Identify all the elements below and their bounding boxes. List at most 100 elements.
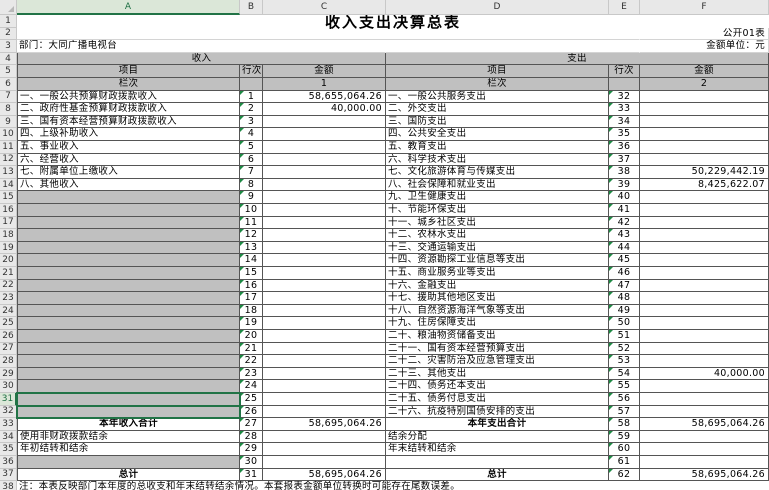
expense-item-cell[interactable]: 总计 — [386, 468, 609, 482]
expense-amount-cell[interactable] — [640, 216, 769, 230]
expense-line-cell[interactable]: 48 — [609, 292, 640, 305]
expense-line-cell[interactable]: 36 — [609, 141, 640, 154]
row-header-5[interactable]: 5 — [0, 65, 17, 78]
expense-line-cell[interactable]: 42 — [609, 216, 640, 230]
expense-item-cell[interactable]: 十五、商业服务业等支出 — [386, 267, 609, 280]
income-amount-cell[interactable] — [263, 141, 386, 154]
row-header-8[interactable]: 8 — [0, 103, 17, 116]
row-header-4[interactable]: 4 — [0, 52, 17, 66]
expense-amount-cell[interactable] — [640, 128, 769, 141]
income-line-cell[interactable]: 23 — [240, 367, 263, 381]
expense-amount-cell[interactable] — [640, 103, 769, 116]
income-item-cell[interactable] — [16, 404, 241, 420]
expense-amount-cell[interactable] — [640, 267, 769, 280]
column-header-d[interactable]: D — [386, 0, 609, 15]
expense-line-cell[interactable]: 44 — [609, 241, 640, 255]
row-header-11[interactable]: 11 — [0, 141, 17, 154]
expense-line-cell[interactable]: 51 — [609, 330, 640, 343]
income-line-cell[interactable]: 29 — [240, 443, 263, 456]
expense-item-cell[interactable]: 二十五、债务付息支出 — [386, 393, 609, 406]
row-header-14[interactable]: 14 — [0, 178, 17, 192]
income-amount-cell[interactable] — [263, 204, 386, 217]
expense-line-cell[interactable]: 35 — [609, 128, 640, 141]
expense-item-cell[interactable]: 二十二、灾害防治及应急管理支出 — [386, 355, 609, 368]
row-header-21[interactable]: 21 — [0, 267, 17, 280]
income-item-cell[interactable] — [17, 241, 240, 255]
expense-item-cell[interactable] — [386, 456, 609, 469]
expense-item-cell[interactable]: 七、文化旅游体育与传媒支出 — [386, 166, 609, 179]
income-amount-cell[interactable] — [263, 191, 386, 204]
expense-amount-cell[interactable] — [640, 204, 769, 217]
column-header-a[interactable]: A — [17, 0, 240, 15]
expense-line-cell[interactable]: 47 — [609, 279, 640, 293]
income-item-cell[interactable] — [17, 204, 240, 217]
expense-item-cell[interactable]: 二十、粮油物资储备支出 — [386, 330, 609, 343]
expense-amount-cell[interactable] — [640, 115, 769, 129]
income-amount-cell[interactable] — [263, 330, 386, 343]
row-header-3[interactable]: 3 — [0, 40, 17, 53]
expense-item-cell[interactable]: 九、卫生健康支出 — [386, 191, 609, 204]
income-amount-cell[interactable] — [263, 241, 386, 255]
expense-line-cell[interactable]: 59 — [609, 430, 640, 444]
income-item-cell[interactable]: 五、事业收入 — [17, 141, 240, 154]
income-item-cell[interactable]: 本年收入合计 — [17, 418, 240, 431]
column-header-c[interactable]: C — [263, 0, 386, 15]
expense-item-cell[interactable]: 十八、自然资源海洋气象等支出 — [386, 304, 609, 318]
income-item-cell[interactable] — [17, 355, 240, 368]
expense-amount-cell[interactable] — [640, 405, 769, 419]
expense-item-cell[interactable]: 十六、金融支出 — [386, 279, 609, 293]
row-header-20[interactable]: 20 — [0, 254, 17, 267]
expense-amount-cell[interactable] — [640, 292, 769, 305]
income-amount-cell[interactable] — [263, 304, 386, 318]
income-amount-cell[interactable] — [263, 128, 386, 141]
expense-amount-cell[interactable] — [640, 393, 769, 406]
income-amount-cell[interactable] — [263, 405, 386, 419]
expense-line-cell[interactable]: 62 — [609, 468, 640, 482]
expense-amount-cell[interactable] — [640, 191, 769, 204]
income-amount-cell[interactable]: 58,655,064.26 — [263, 90, 386, 104]
income-item-cell[interactable] — [17, 367, 240, 381]
income-item-cell[interactable]: 一、一般公共预算财政拨款收入 — [17, 90, 240, 104]
income-line-cell[interactable]: 25 — [240, 393, 263, 406]
income-amount-cell[interactable]: 58,695,064.26 — [263, 468, 386, 482]
income-line-cell[interactable]: 2 — [240, 103, 263, 116]
empty-cell[interactable] — [240, 78, 263, 91]
income-item-cell[interactable] — [17, 330, 240, 343]
expense-amount-cell[interactable] — [640, 304, 769, 318]
income-item-cell[interactable] — [16, 392, 241, 407]
row-header-34[interactable]: 34 — [0, 430, 17, 444]
expense-line-cell[interactable]: 54 — [609, 367, 640, 381]
row-header-18[interactable]: 18 — [0, 229, 17, 242]
row-header-17[interactable]: 17 — [0, 216, 17, 230]
expense-item-cell[interactable]: 五、教育支出 — [386, 141, 609, 154]
income-amount-cell[interactable] — [263, 430, 386, 444]
income-line-cell[interactable]: 1 — [240, 90, 263, 104]
income-item-cell[interactable] — [17, 229, 240, 242]
expense-amount-cell[interactable] — [640, 430, 769, 444]
income-amount-cell[interactable] — [263, 216, 386, 230]
row-header-36[interactable]: 36 — [0, 456, 17, 469]
expense-line-cell[interactable]: 41 — [609, 204, 640, 217]
expense-item-cell[interactable]: 十四、资源勘探工业信息等支出 — [386, 254, 609, 267]
income-item-cell[interactable] — [17, 191, 240, 204]
expense-item-cell[interactable]: 二十六、抗疫特别国债安排的支出 — [386, 405, 609, 419]
column-header-b[interactable]: B — [240, 0, 263, 15]
income-line-cell[interactable]: 19 — [240, 317, 263, 330]
expense-amount-cell[interactable] — [640, 355, 769, 368]
expense-amount-cell[interactable] — [640, 90, 769, 104]
expense-amount-cell[interactable]: 58,695,064.26 — [640, 468, 769, 482]
expense-item-cell[interactable]: 二、外交支出 — [386, 103, 609, 116]
income-line-cell[interactable]: 15 — [240, 267, 263, 280]
expense-line-cell[interactable]: 57 — [609, 405, 640, 419]
expense-item-cell[interactable]: 十三、交通运输支出 — [386, 241, 609, 255]
income-line-cell[interactable]: 22 — [240, 355, 263, 368]
income-item-cell[interactable] — [17, 292, 240, 305]
income-line-cell[interactable]: 26 — [240, 405, 263, 419]
income-item-cell[interactable] — [17, 304, 240, 318]
income-item-cell[interactable]: 年初结转和结余 — [17, 443, 240, 456]
expense-amount-cell[interactable] — [640, 380, 769, 393]
income-amount-cell[interactable] — [263, 115, 386, 129]
income-item-cell[interactable] — [17, 216, 240, 230]
income-amount-cell[interactable] — [263, 166, 386, 179]
expense-line-cell[interactable]: 58 — [609, 418, 640, 431]
